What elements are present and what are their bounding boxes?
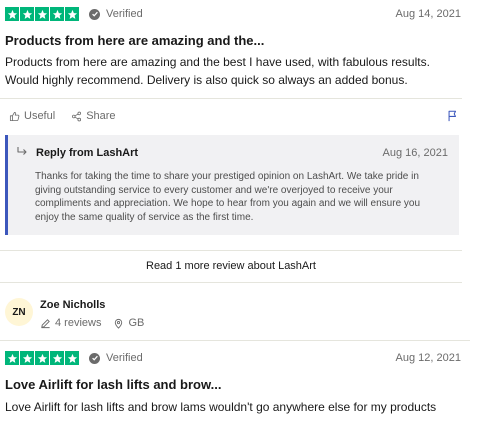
review-body: Products from here are amazing and the b… (5, 55, 430, 87)
star-rating (5, 7, 79, 21)
verified-label: Verified (106, 352, 143, 364)
star-icon (35, 7, 49, 21)
share-label: Share (86, 110, 116, 122)
useful-label: Useful (24, 110, 56, 122)
verified-label: Verified (106, 8, 143, 20)
flag-icon[interactable] (447, 110, 458, 122)
company-reply: Reply from LashArt Aug 16, 2021 Thanks f… (5, 135, 459, 235)
share-button[interactable]: Share (71, 110, 116, 122)
star-icon (5, 351, 19, 365)
star-icon (65, 351, 79, 365)
reply-body: Thanks for taking the time to share your… (35, 171, 421, 223)
reviewer-location: GB (113, 317, 144, 329)
divider (0, 340, 470, 341)
star-icon (50, 351, 64, 365)
reviewer-meta: 4 reviews GB (40, 317, 144, 329)
star-icon (5, 7, 19, 21)
review-date: Aug 12, 2021 (395, 352, 461, 364)
read-more-link[interactable]: Read 1 more review about LashArt (0, 260, 462, 272)
review-actions: Useful Share (9, 110, 116, 122)
pencil-icon (40, 318, 51, 329)
reply-arrow-icon (16, 146, 28, 158)
review-count: 4 reviews (40, 317, 101, 329)
thumbs-up-icon (9, 111, 20, 122)
verified-badge: Verified (89, 352, 143, 364)
star-rating (5, 351, 79, 365)
divider (0, 98, 462, 99)
avatar[interactable]: ZN (5, 298, 33, 326)
reply-date: Aug 16, 2021 (382, 147, 448, 159)
review-title[interactable]: Love Airlift for lash lifts and brow... (5, 377, 221, 392)
star-icon (35, 351, 49, 365)
reviewer-name[interactable]: Zoe Nicholls (40, 299, 105, 311)
country-label: GB (128, 317, 145, 329)
star-icon (20, 351, 34, 365)
star-icon (65, 7, 79, 21)
star-icon (20, 7, 34, 21)
location-pin-icon (113, 318, 124, 329)
divider (0, 250, 462, 251)
useful-button[interactable]: Useful (9, 110, 55, 122)
star-icon (50, 7, 64, 21)
verified-badge: Verified (89, 8, 143, 20)
review-count-label: 4 reviews (55, 317, 102, 329)
checkmark-icon (89, 8, 100, 20)
checkmark-icon (89, 352, 100, 364)
share-icon (71, 111, 82, 122)
reply-title: Reply from LashArt (36, 147, 139, 159)
review-title[interactable]: Products from here are amazing and the..… (5, 33, 264, 48)
divider (0, 282, 462, 283)
review-date: Aug 14, 2021 (395, 8, 461, 20)
review-body: Love Airlift for lash lifts and brow lam… (5, 400, 437, 414)
